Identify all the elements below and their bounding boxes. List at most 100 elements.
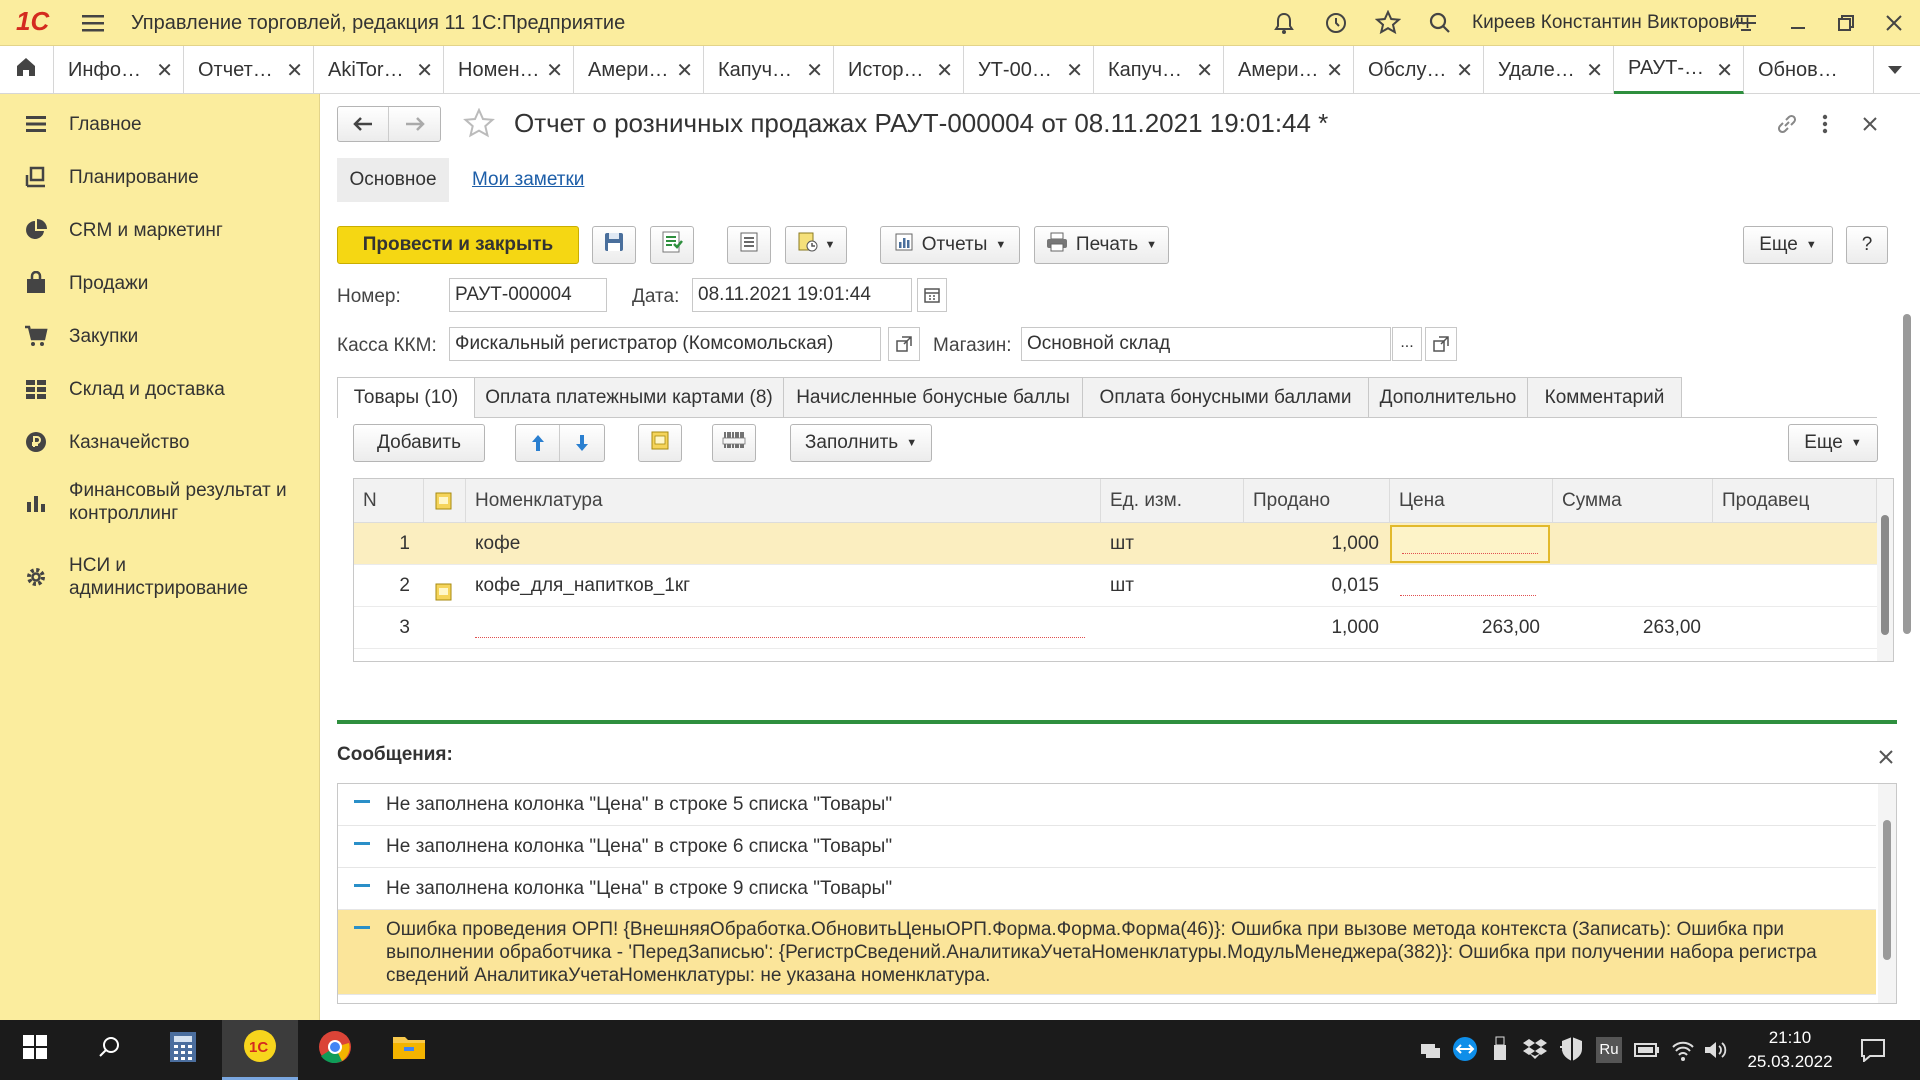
column-header-unit[interactable]: Ед. изм. bbox=[1101, 479, 1244, 523]
sidebar-item-purchases[interactable]: Закупки bbox=[0, 318, 320, 354]
start-button[interactable] bbox=[0, 1020, 70, 1080]
form-scrollbar-thumb[interactable] bbox=[1903, 314, 1911, 634]
close-tab-icon[interactable]: ✕ bbox=[806, 58, 823, 83]
close-tab-icon[interactable]: ✕ bbox=[1196, 58, 1213, 83]
table-row[interactable]: 2 кофе_для_напитков_1кг шт 0,015 bbox=[354, 565, 1877, 607]
message-item[interactable]: Не заполнена колонка "Цена" в строке 5 с… bbox=[338, 784, 1876, 826]
list-view-button[interactable] bbox=[727, 226, 771, 264]
taskbar-search-button[interactable] bbox=[74, 1020, 144, 1080]
cell-unit[interactable]: шт bbox=[1110, 523, 1134, 565]
window-tab[interactable]: Обнов… bbox=[1744, 46, 1874, 94]
clock-date[interactable]: 25.03.2022 bbox=[1740, 1052, 1840, 1072]
close-window-icon[interactable] bbox=[1880, 9, 1908, 37]
cell-sum[interactable]: 150,00 bbox=[1553, 649, 1701, 661]
window-tab-active[interactable]: РАУТ-… ✕ bbox=[1614, 46, 1744, 94]
home-tab[interactable] bbox=[0, 46, 54, 94]
close-tab-icon[interactable]: ✕ bbox=[546, 58, 563, 83]
cell-item[interactable]: Cacao Barry Какао-порошок с сахаром (1кг… bbox=[475, 649, 1095, 661]
tray-network-icon[interactable] bbox=[1418, 1038, 1442, 1068]
sidebar-item-crm[interactable]: CRM и маркетинг bbox=[0, 212, 320, 248]
history-icon[interactable] bbox=[1322, 9, 1350, 37]
tab-accrued-bonuses[interactable]: Начисленные бонусные баллы bbox=[783, 377, 1083, 417]
tab-additional[interactable]: Дополнительно bbox=[1368, 377, 1528, 417]
column-header-item[interactable]: Номенклатура bbox=[466, 479, 1101, 523]
clock-time[interactable]: 21:10 bbox=[1740, 1028, 1840, 1048]
close-tab-icon[interactable]: ✕ bbox=[1456, 58, 1473, 83]
window-tab[interactable]: Амери… ✕ bbox=[574, 46, 704, 94]
column-header-seller[interactable]: Продавец bbox=[1713, 479, 1877, 523]
sidebar-item-planning[interactable]: Планирование bbox=[0, 159, 320, 195]
reports-button[interactable]: Отчеты ▼ bbox=[880, 226, 1020, 264]
window-tab[interactable]: AkiTor… ✕ bbox=[314, 46, 444, 94]
sidebar-item-main[interactable]: Главное bbox=[0, 106, 320, 142]
keyboard-language-indicator[interactable]: Ru bbox=[1596, 1037, 1622, 1063]
sidebar-item-sales[interactable]: Продажи bbox=[0, 265, 320, 301]
current-user[interactable]: Киреев Константин Викторович bbox=[1472, 0, 1750, 46]
link-icon[interactable] bbox=[1775, 112, 1799, 142]
cell-unit[interactable]: шт bbox=[1110, 649, 1134, 661]
message-item[interactable]: Не заполнена колонка "Цена" в строке 6 с… bbox=[338, 826, 1876, 868]
cell-sum[interactable]: 263,00 bbox=[1553, 607, 1701, 649]
close-form-icon[interactable] bbox=[1860, 114, 1880, 140]
move-up-arrow-icon[interactable] bbox=[516, 425, 561, 461]
open-kkm-icon[interactable] bbox=[888, 327, 920, 361]
more-button[interactable]: Еще ▼ bbox=[1743, 226, 1833, 264]
taskbar-chrome[interactable] bbox=[300, 1020, 370, 1080]
close-tab-icon[interactable]: ✕ bbox=[286, 58, 303, 83]
search-icon[interactable] bbox=[1426, 9, 1454, 37]
window-tab[interactable]: Капуч… ✕ bbox=[1094, 46, 1224, 94]
more-actions-icon[interactable] bbox=[1820, 112, 1830, 142]
move-down-arrow-icon[interactable] bbox=[560, 425, 604, 461]
column-header-n[interactable]: N bbox=[354, 479, 424, 523]
tab-card-payments[interactable]: Оплата платежными картами (8) bbox=[474, 377, 784, 417]
table-row[interactable]: 3 1,000 263,00 263,00 bbox=[354, 607, 1877, 649]
tab-bonus-payments[interactable]: Оплата бонусными баллами bbox=[1082, 377, 1369, 417]
create-based-on-button[interactable]: ▼ bbox=[785, 226, 847, 264]
close-tab-icon[interactable]: ✕ bbox=[156, 58, 173, 83]
close-tab-icon[interactable]: ✕ bbox=[416, 58, 433, 83]
kkm-field[interactable]: Фискальный регистратор (Комсомольская) bbox=[449, 327, 881, 361]
column-header-icon[interactable] bbox=[424, 479, 466, 523]
close-tab-icon[interactable]: ✕ bbox=[676, 58, 693, 83]
cell-unit[interactable]: шт bbox=[1110, 565, 1134, 607]
fill-button[interactable]: Заполнить ▼ bbox=[790, 424, 932, 462]
grid-more-button[interactable]: Еще ▼ bbox=[1788, 424, 1878, 462]
bell-icon[interactable] bbox=[1270, 9, 1298, 37]
action-center-icon[interactable] bbox=[1860, 1038, 1886, 1068]
cell-sold[interactable]: 1,000 bbox=[1244, 523, 1379, 565]
tray-usb-icon[interactable] bbox=[1492, 1036, 1508, 1068]
cell-sold[interactable]: 0,015 bbox=[1244, 565, 1379, 607]
sidebar-item-treasury[interactable]: Казначейство bbox=[0, 424, 320, 460]
close-tab-icon[interactable]: ✕ bbox=[1326, 58, 1343, 83]
settings-menu-icon[interactable] bbox=[1732, 9, 1760, 37]
close-tab-icon[interactable]: ✕ bbox=[1716, 58, 1733, 83]
messages-scrollbar-thumb[interactable] bbox=[1883, 820, 1891, 960]
window-tab[interactable]: Удале… ✕ bbox=[1484, 46, 1614, 94]
table-row[interactable]: 4 Cacao Barry Какао-порошок с сахаром (1… bbox=[354, 649, 1877, 661]
tray-wifi-icon[interactable] bbox=[1670, 1038, 1696, 1068]
window-tab[interactable]: УТ-00… ✕ bbox=[964, 46, 1094, 94]
tray-volume-icon[interactable] bbox=[1702, 1038, 1728, 1068]
tab-main[interactable]: Основное bbox=[337, 158, 449, 202]
cell-sold[interactable]: 0,025 bbox=[1244, 649, 1379, 661]
grid-scrollbar-thumb[interactable] bbox=[1881, 515, 1889, 635]
pick-items-button[interactable] bbox=[638, 424, 682, 462]
cell-item[interactable]: кофе_для_напитков_1кг bbox=[475, 565, 1095, 607]
taskbar-calculator[interactable] bbox=[148, 1020, 218, 1080]
sidebar-item-warehouse[interactable]: Склад и доставка bbox=[0, 371, 320, 407]
calendar-icon[interactable] bbox=[917, 278, 947, 312]
window-tab[interactable]: Истор… ✕ bbox=[834, 46, 964, 94]
window-tab[interactable]: Амери… ✕ bbox=[1224, 46, 1354, 94]
forward-arrow-icon[interactable] bbox=[389, 107, 440, 141]
window-tab[interactable]: Инфо… ✕ bbox=[54, 46, 184, 94]
taskbar-1c-app[interactable]: 1С bbox=[222, 1020, 298, 1080]
help-button[interactable]: ? bbox=[1846, 226, 1888, 264]
message-item-selected[interactable]: Ошибка проведения ОРП! {ВнешняяОбработка… bbox=[338, 910, 1876, 995]
window-tab[interactable]: Обслу… ✕ bbox=[1354, 46, 1484, 94]
save-button[interactable] bbox=[592, 226, 636, 264]
window-tab[interactable]: Капуч… ✕ bbox=[704, 46, 834, 94]
restore-icon[interactable] bbox=[1832, 9, 1860, 37]
1c-logo[interactable]: 1С bbox=[16, 6, 49, 37]
sidebar-item-finance[interactable]: Финансовый результат и контроллинг bbox=[0, 477, 320, 527]
cell-item[interactable]: кофе bbox=[475, 523, 1095, 565]
